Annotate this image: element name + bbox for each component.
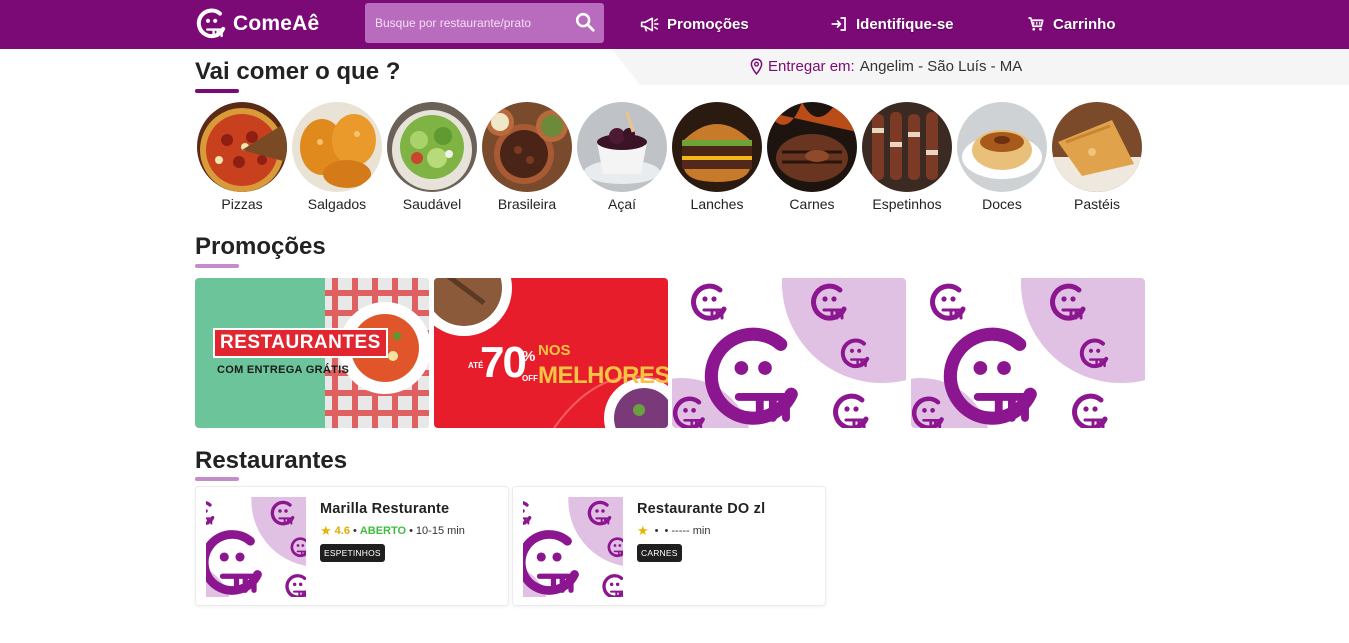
category-label: Salgados [307,196,367,212]
category-acai[interactable]: Açaí [576,102,668,212]
category-espetinhos[interactable]: Espetinhos [861,102,953,212]
logo-pattern-image [672,278,906,428]
category-label: Carnes [789,196,835,212]
title-underline [195,477,239,481]
restaurant-status: ABERTO [359,525,407,537]
map-pin-icon [750,58,763,75]
smiley-logo-icon [196,8,226,39]
search-input[interactable] [365,3,565,43]
promo-line2: MELHORES [538,362,668,389]
category-label: Brasileira [497,196,557,212]
delivery-time: ----- min [671,525,711,537]
salgados-image [292,102,382,192]
promo-subline: COM ENTREGA GRÁTIS [217,364,350,376]
location-value: Angelim - São Luís - MA [859,58,1023,75]
category-label: Lanches [690,196,744,212]
burger-image [672,102,762,192]
restaurant-rating: 4.6 [334,525,350,537]
promo-percent: 70 [480,338,527,387]
separator: • [654,525,659,537]
separator: • [409,525,413,537]
pizza-image [197,102,287,192]
category-label: Doces [982,196,1022,212]
brand-name: ComeAê [233,12,320,35]
categories-title: Vai comer o que ? [195,58,401,85]
carnes-image [767,102,857,192]
nav-identifique-se-label: Identifique-se [856,15,954,33]
category-pizzas[interactable]: Pizzas [196,102,288,212]
nav-promocoes[interactable]: Promoções [639,12,749,36]
sign-in-icon [831,17,846,31]
nav-identifique-se[interactable]: Identifique-se [830,12,954,36]
separator: • [352,525,357,537]
nav-carrinho-label: Carrinho [1053,15,1116,33]
promo-percent-sign: % [522,348,536,365]
star-icon: ★ [320,523,332,538]
brasileira-image [482,102,572,192]
category-brasileira[interactable]: Brasileira [481,102,573,212]
star-icon: ★ [637,523,649,538]
category-label: Pastéis [1074,196,1120,212]
separator: • [664,525,669,537]
pasteis-image [1052,102,1142,192]
category-doces[interactable]: Doces [956,102,1048,212]
title-underline [195,89,239,93]
delivery-time: 10-15 min [415,525,465,537]
category-carnes[interactable]: Carnes [766,102,858,212]
delivery-location[interactable]: Entregar em: Angelim - São Luís - MA [750,58,1022,75]
category-tag: CARNES [637,544,682,562]
salad-image [387,102,477,192]
promo-headline: RESTAURANTES [213,328,388,358]
search-button[interactable] [574,11,598,35]
nav-promocoes-label: Promoções [667,15,749,33]
category-salgados[interactable]: Salgados [291,102,383,212]
category-tag: ESPETINHOS [320,544,385,562]
category-saudavel[interactable]: Saudável [386,102,478,212]
category-lanches[interactable]: Lanches [671,102,763,212]
category-label: Espetinhos [872,196,942,212]
restaurant-meta: ★ • • ----- min [637,523,710,539]
promo-banner-logo-2[interactable] [911,278,1145,428]
restaurant-card[interactable]: Marilla Resturante ★ 4.6 • ABERTO • 10-1… [195,486,509,606]
promo-banner-logo-1[interactable] [672,278,906,428]
nav-carrinho[interactable]: Carrinho [1027,12,1116,36]
category-list: Pizzas Salgados Saudável Brasileira Açaí… [196,102,1146,217]
espetinhos-image [862,102,952,192]
cart-icon [1028,17,1044,31]
logo-pattern-image [911,278,1145,428]
category-label: Saudável [402,196,462,212]
promo-banner-free-delivery[interactable]: RESTAURANTES COM ENTREGA GRÁTIS [195,278,429,428]
category-pasteis[interactable]: Pastéis [1051,102,1143,212]
category-label: Pizzas [221,196,263,212]
search-icon [575,12,595,32]
title-underline [195,264,239,268]
promo-off: OFF [522,374,538,383]
location-label: Entregar em: [768,58,855,75]
restaurant-meta: ★ 4.6 • ABERTO • 10-15 min [320,523,465,539]
search-box [365,3,604,43]
megaphone-icon [640,17,659,32]
promo-line1: NOS [538,342,571,359]
brand-logo[interactable]: ComeAê [196,8,319,40]
promotions-title: Promoções [195,233,326,260]
restaurant-name: Marilla Resturante [320,501,450,517]
category-label: Açaí [607,196,636,212]
restaurant-logo-image [206,497,306,597]
restaurant-logo-image [523,497,623,597]
restaurant-name: Restaurante DO zl [637,501,766,517]
restaurants-title: Restaurantes [195,447,348,474]
restaurant-card[interactable]: Restaurante DO zl ★ • • ----- min CARNES [512,486,826,606]
acai-image [577,102,667,192]
doces-image [957,102,1047,192]
promo-banner-70-off[interactable]: ATÉ 70 % OFF NOS MELHORES [434,278,668,428]
